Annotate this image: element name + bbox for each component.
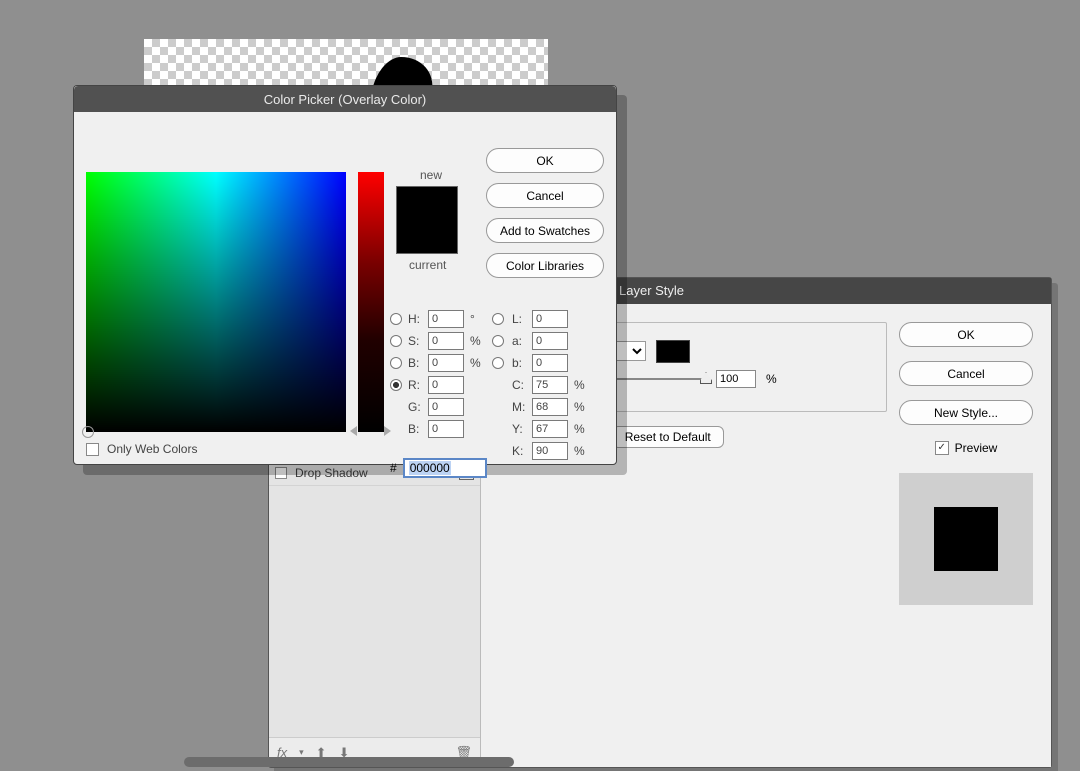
- s-input[interactable]: 0: [428, 332, 464, 350]
- c-input[interactable]: 75: [532, 376, 568, 394]
- current-label: current: [409, 258, 446, 272]
- effect-checkbox[interactable]: [275, 467, 287, 479]
- preview-checkbox[interactable]: [935, 441, 949, 455]
- a-radio[interactable]: [492, 335, 504, 347]
- pct-label: %: [574, 444, 592, 458]
- g-label: G:: [408, 400, 426, 414]
- overlay-color-swatch[interactable]: [656, 340, 690, 363]
- percent-label: %: [766, 372, 777, 386]
- l-radio[interactable]: [492, 313, 504, 325]
- a-input[interactable]: 0: [532, 332, 568, 350]
- color-picker-dialog: Color Picker (Overlay Color) new current…: [73, 85, 617, 465]
- m-label: M:: [512, 400, 530, 414]
- pct-label: %: [574, 400, 592, 414]
- hex-input[interactable]: 000000: [403, 458, 487, 478]
- new-current-swatch[interactable]: [396, 186, 458, 254]
- bv-input[interactable]: 0: [428, 354, 464, 372]
- hue-slider-marker: [350, 426, 357, 436]
- bv-radio[interactable]: [390, 357, 402, 369]
- color-picker-title: Color Picker (Overlay Color): [74, 86, 616, 112]
- pct-label: %: [574, 378, 592, 392]
- h-label: H:: [408, 312, 426, 326]
- s-label: S:: [408, 334, 426, 348]
- g-input[interactable]: 0: [428, 398, 464, 416]
- r-input[interactable]: 0: [428, 376, 464, 394]
- ls-ok-button[interactable]: OK: [899, 322, 1033, 347]
- pct-label: %: [574, 422, 592, 436]
- effect-label: Drop Shadow: [295, 466, 368, 480]
- new-label: new: [420, 168, 442, 182]
- hue-slider[interactable]: [358, 172, 384, 432]
- color-input-grid: H: 0 ° L: 0 S: 0 % a: 0 B: 0 % b: 0: [390, 310, 618, 460]
- pct-label: %: [470, 334, 490, 348]
- reset-default-button[interactable]: Reset to Default: [612, 426, 724, 448]
- hash-label: #: [390, 461, 397, 475]
- blab-radio[interactable]: [492, 357, 504, 369]
- only-web-colors-checkbox[interactable]: [86, 443, 99, 456]
- y-label: Y:: [512, 422, 530, 436]
- ls-new-style-button[interactable]: New Style...: [899, 400, 1033, 425]
- k-label: K:: [512, 444, 530, 458]
- k-input[interactable]: 90: [532, 442, 568, 460]
- preview-swatch: [934, 507, 998, 571]
- ls-cancel-button[interactable]: Cancel: [899, 361, 1033, 386]
- r-radio[interactable]: [390, 379, 402, 391]
- bv-label: B:: [408, 356, 426, 370]
- h-input[interactable]: 0: [428, 310, 464, 328]
- cp-cancel-button[interactable]: Cancel: [486, 183, 604, 208]
- cp-ok-button[interactable]: OK: [486, 148, 604, 173]
- r-label: R:: [408, 378, 426, 392]
- b-label: B:: [408, 422, 426, 436]
- l-input[interactable]: 0: [532, 310, 568, 328]
- m-input[interactable]: 68: [532, 398, 568, 416]
- y-input[interactable]: 67: [532, 420, 568, 438]
- c-label: C:: [512, 378, 530, 392]
- blab-label: b:: [512, 356, 530, 370]
- color-field[interactable]: [86, 172, 346, 432]
- opacity-input[interactable]: [716, 370, 756, 388]
- cp-color-libraries-button[interactable]: Color Libraries: [486, 253, 604, 278]
- blab-input[interactable]: 0: [532, 354, 568, 372]
- pct-label: %: [470, 356, 490, 370]
- l-label: L:: [512, 312, 530, 326]
- deg-label: °: [470, 312, 490, 326]
- preview-box: [899, 473, 1033, 605]
- only-web-colors-label: Only Web Colors: [107, 442, 197, 456]
- cp-add-swatch-button[interactable]: Add to Swatches: [486, 218, 604, 243]
- color-field-cursor: [82, 426, 94, 438]
- h-radio[interactable]: [390, 313, 402, 325]
- b-input[interactable]: 0: [428, 420, 464, 438]
- s-radio[interactable]: [390, 335, 402, 347]
- horizontal-scrollbar[interactable]: [184, 757, 514, 767]
- a-label: a:: [512, 334, 530, 348]
- preview-label: Preview: [955, 441, 998, 455]
- layer-style-right-panel: OK Cancel New Style... Preview: [899, 322, 1033, 749]
